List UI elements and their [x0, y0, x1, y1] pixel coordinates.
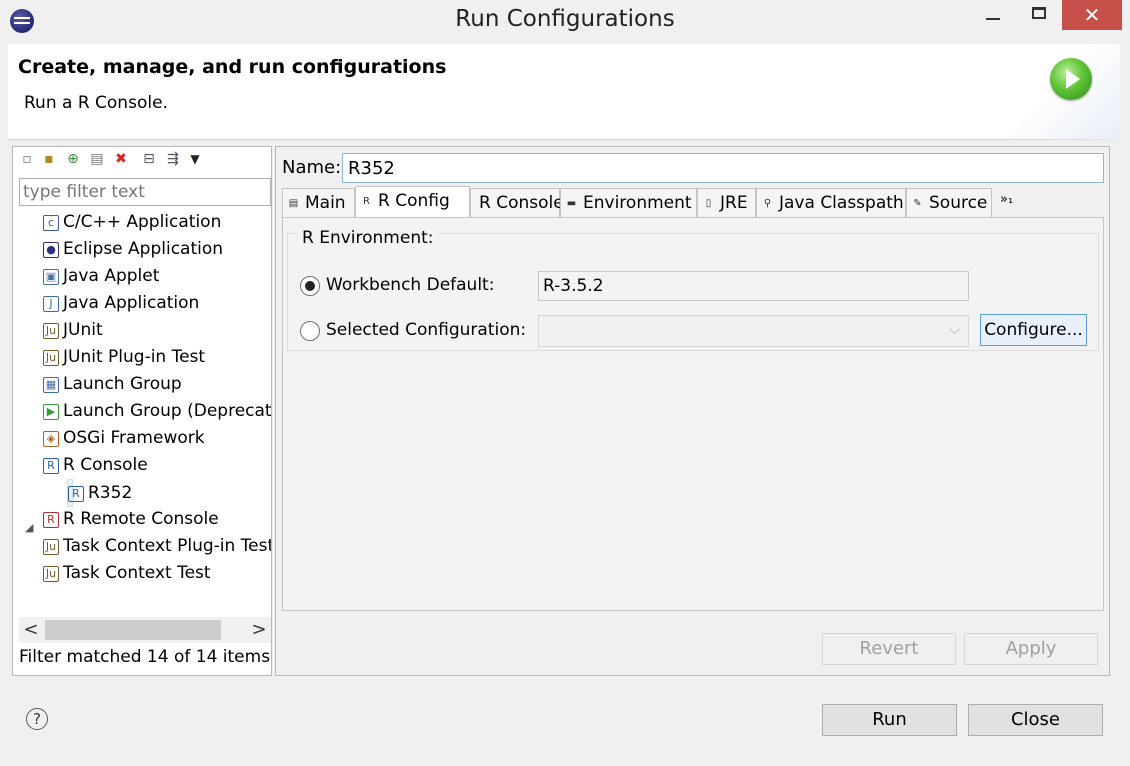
configuration-tree: ◢ c C/C++ Application ● Eclipse Application…: [13, 209, 271, 619]
tab-label: JRE: [720, 193, 748, 213]
junit-plugin-icon: Ju: [43, 350, 59, 366]
expanded-arrow-icon[interactable]: ◢: [25, 521, 33, 534]
window-title: Run Configurations: [455, 6, 675, 32]
environment-tab-icon: ▬: [566, 198, 577, 209]
scroll-thumb[interactable]: [45, 620, 221, 640]
configuration-editor-panel: Name: »₁ ▤ Main R R Config R Console▬ Environ…: [275, 146, 1110, 676]
tree-item-label: Eclipse Application: [63, 239, 224, 259]
close-button[interactable]: Close: [968, 704, 1103, 736]
banner-title: Create, manage, and run configurations: [18, 56, 447, 78]
name-label: Name:: [282, 157, 342, 178]
scroll-right-icon[interactable]: >: [247, 617, 271, 643]
tree-item-label: R Console: [63, 455, 148, 475]
filter-input[interactable]: [19, 178, 271, 206]
left-toolbar: ▫ ▪ ⊕ ▤ ✖ ⊟ ⇶ ▼: [17, 151, 267, 173]
tree-item-label: Java Application: [63, 293, 200, 313]
config-tabs: »₁ ▤ Main R R Config R Console ▬ Environment ▯ J…: [282, 186, 1104, 219]
tab-label: Environment: [583, 193, 692, 213]
r-environment-group: R Environment: Workbench Default: R-3.5.…: [287, 228, 1099, 351]
tab-label: R Console: [479, 193, 564, 213]
chevron-down-icon: ⌵: [949, 322, 960, 338]
workbench-default-label[interactable]: Workbench Default:: [326, 275, 494, 295]
group-label: R Environment:: [298, 228, 438, 248]
applet-icon: ▣: [43, 269, 59, 285]
main-tab-icon: ▤: [288, 198, 299, 209]
task-plugin-icon: Ju: [43, 539, 59, 555]
new-prototype-icon[interactable]: ▪: [41, 151, 57, 167]
tree-item-label: Java Applet: [63, 266, 160, 286]
tree-item-label: R352: [88, 483, 133, 503]
export-icon[interactable]: ⊕: [65, 151, 81, 167]
tree-item-label: JUnit: [63, 320, 103, 340]
tree-item[interactable]: R R352: [67, 479, 132, 507]
osgi-icon: ◈: [43, 431, 59, 447]
tab-java-classpath[interactable]: ⚲ Java Classpath: [756, 188, 906, 218]
launch-group-icon: ▦: [43, 377, 59, 393]
collapse-all-icon[interactable]: ⊟: [141, 151, 157, 167]
tree-item-label: Task Context Test: [63, 563, 211, 583]
minimize-button[interactable]: [970, 0, 1016, 30]
run-icon: [1050, 58, 1092, 100]
tree-item-label: OSGi Framework: [63, 428, 205, 448]
c-app-icon: c: [43, 215, 59, 231]
source-tab-icon: ✎: [913, 198, 922, 209]
header-banner: Create, manage, and run configurations R…: [8, 44, 1120, 140]
selected-configuration-label[interactable]: Selected Configuration:: [326, 320, 526, 340]
delete-icon[interactable]: ✖: [113, 151, 129, 167]
tab-jre[interactable]: ▯ JRE: [697, 188, 756, 218]
tab-content: R Environment: Workbench Default: R-3.5.…: [282, 217, 1104, 611]
tab-source[interactable]: ✎ Source: [906, 188, 992, 218]
name-field[interactable]: [342, 153, 1104, 183]
launch-group-deprecated-icon: ▶: [43, 404, 59, 420]
banner-subtitle: Run a R Console.: [24, 93, 168, 113]
r-config-tab-icon: R: [363, 196, 370, 207]
scroll-left-icon[interactable]: <: [19, 617, 43, 643]
r-remote-icon: R: [43, 512, 59, 528]
close-window-button[interactable]: ✕: [1062, 0, 1122, 30]
task-test-icon: Ju: [43, 566, 59, 582]
configuration-select[interactable]: ⌵: [538, 315, 969, 347]
tree-item-label: R Remote Console: [63, 509, 219, 529]
selected-configuration-radio[interactable]: [300, 321, 320, 341]
tab-label: R Config: [378, 191, 450, 211]
tree-item-label: C/C++ Application: [63, 212, 222, 232]
tab-environment[interactable]: ▬ Environment: [560, 188, 697, 218]
tree-item-label: Task Context Plug-in Test: [63, 536, 271, 556]
junit-icon: Ju: [43, 323, 59, 339]
tab-r-config[interactable]: R R Config: [355, 186, 470, 219]
tab-main[interactable]: ▤ Main: [282, 188, 355, 218]
new-config-icon[interactable]: ▫: [19, 151, 35, 167]
java-app-icon: J: [43, 296, 59, 312]
workbench-default-radio[interactable]: [300, 276, 320, 296]
duplicate-icon[interactable]: ▤: [89, 151, 105, 167]
tab-label: Java Classpath: [779, 193, 904, 213]
eclipse-icon: ●: [43, 242, 59, 258]
tab-r-console[interactable]: R Console: [470, 188, 564, 218]
classpath-tab-icon: ⚲: [763, 198, 772, 209]
tree-item-label: Launch Group (Deprecated): [63, 401, 271, 421]
horizontal-scrollbar[interactable]: < >: [19, 617, 271, 643]
view-menu-icon[interactable]: ▼: [187, 151, 203, 167]
configuration-list-panel: ▫ ▪ ⊕ ▤ ✖ ⊟ ⇶ ▼ ◢ cC/C++ Application●Ecl…: [12, 146, 272, 676]
maximize-button[interactable]: [1016, 0, 1062, 30]
workbench-default-value: R-3.5.2: [538, 271, 969, 301]
tree-item-label: JUnit Plug-in Test: [63, 347, 206, 367]
configure-button[interactable]: Configure...: [980, 314, 1087, 346]
filter-icon[interactable]: ⇶: [165, 151, 181, 167]
help-icon[interactable]: ?: [26, 708, 48, 730]
filter-status: Filter matched 14 of 14 items: [19, 647, 271, 667]
jre-tab-icon: ▯: [705, 198, 712, 209]
r-console-icon: R: [43, 458, 59, 474]
title-bar: Run Configurations ✕: [0, 0, 1130, 42]
tree-item-label: Launch Group: [63, 374, 182, 394]
run-button[interactable]: Run: [822, 704, 957, 736]
r-console-config-icon: R: [68, 486, 84, 502]
revert-button[interactable]: Revert: [822, 633, 956, 665]
more-tabs-icon[interactable]: »₁: [1000, 190, 1013, 210]
tab-label: Main: [305, 193, 346, 213]
tab-label: Source: [929, 193, 988, 213]
apply-button[interactable]: Apply: [964, 633, 1098, 665]
